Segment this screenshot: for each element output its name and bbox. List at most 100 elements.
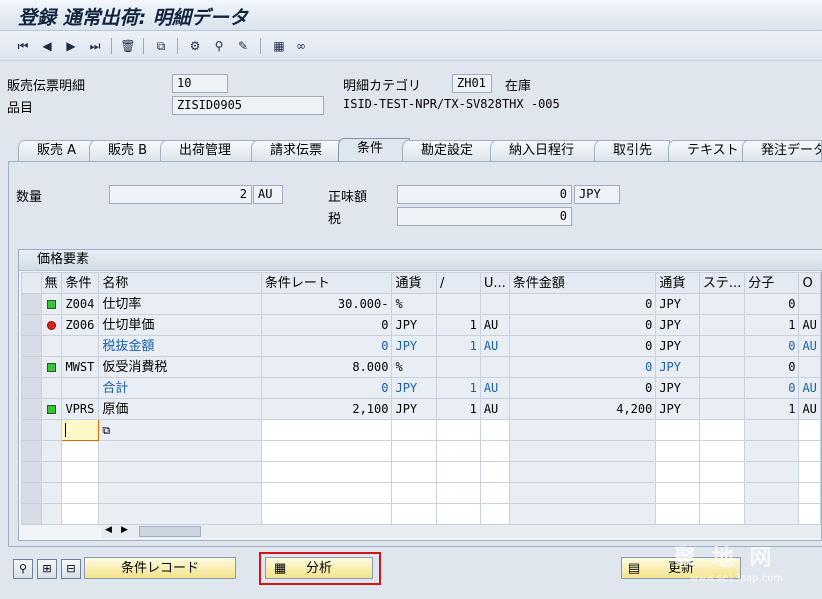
- previous-page-icon[interactable]: ◀: [38, 37, 56, 55]
- row-selector[interactable]: [21, 356, 42, 378]
- tab-shipping[interactable]: 出荷管理: [160, 140, 256, 162]
- empty-cell[interactable]: [508, 440, 657, 462]
- empty-cell[interactable]: [798, 461, 821, 483]
- rate-currency-cell[interactable]: JPY: [391, 335, 437, 357]
- empty-cell[interactable]: [61, 440, 100, 462]
- row-selector[interactable]: [21, 314, 42, 336]
- empty-cell[interactable]: [61, 461, 100, 483]
- empty-cell[interactable]: [698, 419, 746, 441]
- empty-cell[interactable]: [436, 419, 481, 441]
- table-row[interactable]: MWST 仮受消費税 8.000% 0 JPY 0: [21, 356, 821, 378]
- tab-account-assignment[interactable]: 勘定設定: [402, 140, 498, 162]
- empty-cell[interactable]: [61, 482, 100, 504]
- uom-cell[interactable]: AU: [479, 335, 510, 357]
- empty-cell[interactable]: [655, 503, 700, 525]
- condition-type-cell[interactable]: [61, 377, 100, 399]
- delete-row-icon[interactable]: ⊟: [61, 559, 81, 579]
- insert-row-icon[interactable]: ⊞: [37, 559, 57, 579]
- new-condition-input[interactable]: [61, 419, 100, 441]
- condition-type-cell[interactable]: Z004: [61, 293, 100, 315]
- empty-cell[interactable]: [391, 482, 437, 504]
- column-header-numerator[interactable]: 分子: [744, 272, 800, 294]
- tab-texts[interactable]: テキスト: [668, 140, 752, 162]
- empty-cell[interactable]: [391, 440, 437, 462]
- empty-cell[interactable]: [698, 461, 746, 483]
- empty-cell[interactable]: ⧉: [98, 419, 262, 441]
- empty-cell[interactable]: [479, 419, 510, 441]
- empty-cell[interactable]: [391, 461, 437, 483]
- empty-cell[interactable]: [698, 440, 746, 462]
- empty-cell[interactable]: [698, 482, 746, 504]
- uom-cell[interactable]: AU: [479, 377, 510, 399]
- empty-cell[interactable]: [655, 419, 700, 441]
- empty-cell[interactable]: [260, 419, 393, 441]
- pricing-unit-cell[interactable]: 1: [436, 335, 481, 357]
- column-header-rate[interactable]: 条件レート: [260, 272, 393, 294]
- empty-cell[interactable]: [798, 419, 821, 441]
- condition-type-cell[interactable]: VPRS: [61, 398, 100, 420]
- table-row[interactable]: Z006 仕切単価 0 JPY 1 AU 0 JPY 1 AU: [21, 314, 821, 336]
- column-header-uom[interactable]: U...: [479, 272, 510, 294]
- last-page-icon[interactable]: ⏭: [86, 37, 104, 55]
- tab-billing[interactable]: 請求伝票: [251, 140, 347, 162]
- item-number-field[interactable]: 10: [172, 74, 228, 93]
- empty-cell[interactable]: [655, 482, 700, 504]
- empty-cell[interactable]: [744, 419, 800, 441]
- empty-cell[interactable]: [98, 503, 262, 525]
- horizontal-scrollbar[interactable]: ◀ ▶: [101, 524, 821, 538]
- table-row[interactable]: 合計 0 JPY 1 AU 0 JPY 0 AU: [21, 377, 821, 399]
- scroll-thumb[interactable]: [139, 526, 201, 537]
- table-row[interactable]: 税抜金額 0 JPY 1 AU 0 JPY 0 AU: [21, 335, 821, 357]
- empty-cell[interactable]: [798, 503, 821, 525]
- tab-sales-b[interactable]: 販売 B: [89, 140, 165, 162]
- condition-rate-cell[interactable]: 0: [260, 314, 393, 336]
- empty-cell[interactable]: [479, 440, 510, 462]
- rate-currency-cell[interactable]: JPY: [391, 398, 437, 420]
- first-page-icon[interactable]: ⏮: [14, 37, 32, 55]
- condition-record-button[interactable]: 条件レコード: [84, 557, 236, 579]
- empty-cell[interactable]: [260, 482, 393, 504]
- rate-currency-cell[interactable]: JPY: [391, 377, 437, 399]
- scroll-left-icon[interactable]: ◀: [105, 525, 112, 535]
- rate-currency-cell[interactable]: %: [391, 293, 437, 315]
- row-selector[interactable]: [21, 398, 42, 420]
- empty-cell[interactable]: [655, 440, 700, 462]
- delete-icon[interactable]: 🗑: [119, 37, 137, 55]
- row-selector[interactable]: [21, 419, 42, 441]
- pricing-unit-cell[interactable]: 1: [436, 377, 481, 399]
- empty-cell[interactable]: [61, 503, 100, 525]
- tab-order-data[interactable]: 発注データ: [742, 140, 822, 162]
- uom-cell[interactable]: [479, 293, 510, 315]
- tab-schedule-lines[interactable]: 納入日程行: [490, 140, 598, 162]
- empty-cell[interactable]: [655, 461, 700, 483]
- condition-type-cell[interactable]: MWST: [61, 356, 100, 378]
- table-row[interactable]: VPRS 原価 2,100 JPY 1 AU 4,200 JPY 1 AU: [21, 398, 821, 420]
- empty-cell[interactable]: [798, 482, 821, 504]
- configure-icon[interactable]: ⚙: [186, 37, 204, 55]
- empty-table-row[interactable]: ⧉: [21, 419, 821, 441]
- empty-table-row[interactable]: [21, 503, 821, 525]
- condition-rate-cell[interactable]: 0: [260, 377, 393, 399]
- empty-cell[interactable]: [436, 503, 481, 525]
- uom-cell[interactable]: [479, 356, 510, 378]
- value-help-icon[interactable]: ⧉: [102, 424, 110, 437]
- empty-cell[interactable]: [260, 503, 393, 525]
- empty-cell[interactable]: [508, 461, 657, 483]
- condition-rate-cell[interactable]: 0: [260, 335, 393, 357]
- condition-rate-cell[interactable]: 2,100: [260, 398, 393, 420]
- pricing-unit-cell[interactable]: [436, 356, 481, 378]
- empty-cell[interactable]: [98, 440, 262, 462]
- empty-cell[interactable]: [744, 440, 800, 462]
- material-field[interactable]: ZISID0905: [172, 96, 324, 115]
- pricing-unit-cell[interactable]: 1: [436, 314, 481, 336]
- empty-cell[interactable]: [436, 482, 481, 504]
- condition-rate-cell[interactable]: 30.000-: [260, 293, 393, 315]
- empty-cell[interactable]: [98, 482, 262, 504]
- empty-cell[interactable]: [698, 503, 746, 525]
- calculator-icon[interactable]: ▦: [270, 37, 288, 55]
- row-selector[interactable]: [21, 377, 42, 399]
- empty-cell[interactable]: [479, 461, 510, 483]
- column-header-inactive[interactable]: 無: [40, 272, 63, 294]
- condition-rate-cell[interactable]: 8.000: [260, 356, 393, 378]
- empty-cell[interactable]: [744, 503, 800, 525]
